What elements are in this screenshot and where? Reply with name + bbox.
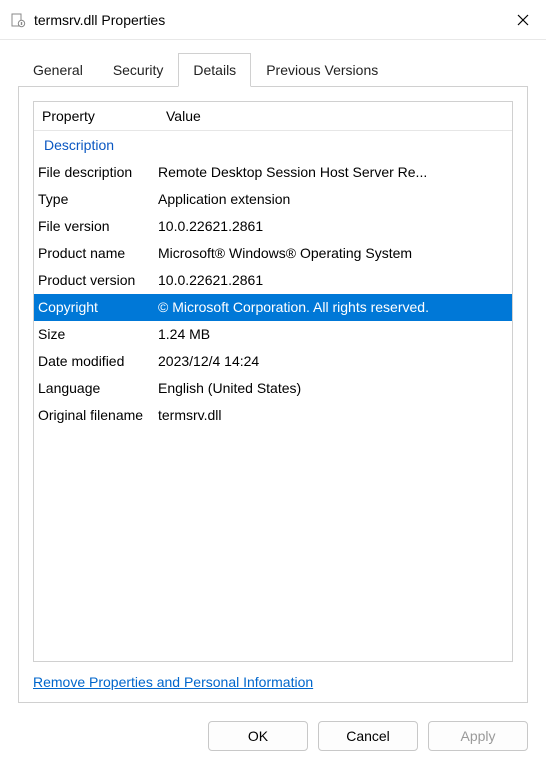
property-label: Copyright xyxy=(38,298,158,317)
property-label: Product name xyxy=(38,244,158,263)
property-row[interactable]: File version10.0.22621.2861 xyxy=(34,213,512,240)
property-value: 10.0.22621.2861 xyxy=(158,271,512,290)
property-row[interactable]: Original filenametermsrv.dll xyxy=(34,402,512,429)
ok-button[interactable]: OK xyxy=(208,721,308,751)
close-button[interactable] xyxy=(500,0,546,40)
file-properties-icon xyxy=(10,12,26,28)
properties-grid[interactable]: Property Value Description File descript… xyxy=(33,101,513,662)
property-value: Microsoft® Windows® Operating System xyxy=(158,244,512,263)
property-row[interactable]: TypeApplication extension xyxy=(34,186,512,213)
property-row[interactable]: Date modified2023/12/4 14:24 xyxy=(34,348,512,375)
dialog-buttons: OK Cancel Apply xyxy=(0,703,546,751)
property-label: Type xyxy=(38,190,158,209)
property-value: Remote Desktop Session Host Server Re... xyxy=(158,163,512,182)
property-value: 2023/12/4 14:24 xyxy=(158,352,512,371)
property-value: © Microsoft Corporation. All rights rese… xyxy=(158,298,512,317)
apply-button[interactable]: Apply xyxy=(428,721,528,751)
titlebar: termsrv.dll Properties xyxy=(0,0,546,40)
tab-previous-versions[interactable]: Previous Versions xyxy=(251,53,393,87)
property-label: Original filename xyxy=(38,406,158,425)
property-row[interactable]: LanguageEnglish (United States) xyxy=(34,375,512,402)
property-row[interactable]: Product version10.0.22621.2861 xyxy=(34,267,512,294)
property-value: 1.24 MB xyxy=(158,325,512,344)
tab-bar: General Security Details Previous Versio… xyxy=(18,52,528,87)
property-label: Language xyxy=(38,379,158,398)
property-value: termsrv.dll xyxy=(158,406,512,425)
property-label: Date modified xyxy=(38,352,158,371)
property-row[interactable]: Product nameMicrosoft® Windows® Operatin… xyxy=(34,240,512,267)
property-row[interactable]: Copyright© Microsoft Corporation. All ri… xyxy=(34,294,512,321)
details-panel: Property Value Description File descript… xyxy=(18,87,528,703)
property-label: Product version xyxy=(38,271,158,290)
column-header-property[interactable]: Property xyxy=(34,102,158,130)
grid-header: Property Value xyxy=(34,102,512,131)
tab-security[interactable]: Security xyxy=(98,53,179,87)
property-value: Application extension xyxy=(158,190,512,209)
column-header-value[interactable]: Value xyxy=(158,102,512,130)
property-label: File version xyxy=(38,217,158,236)
group-description[interactable]: Description xyxy=(34,131,512,159)
property-label: Size xyxy=(38,325,158,344)
window-title: termsrv.dll Properties xyxy=(34,12,500,28)
property-value: English (United States) xyxy=(158,379,512,398)
property-label: File description xyxy=(38,163,158,182)
tab-general[interactable]: General xyxy=(18,53,98,87)
property-row[interactable]: File descriptionRemote Desktop Session H… xyxy=(34,159,512,186)
cancel-button[interactable]: Cancel xyxy=(318,721,418,751)
remove-properties-link[interactable]: Remove Properties and Personal Informati… xyxy=(33,674,313,690)
tab-details[interactable]: Details xyxy=(178,53,251,87)
property-row[interactable]: Size1.24 MB xyxy=(34,321,512,348)
property-value: 10.0.22621.2861 xyxy=(158,217,512,236)
close-icon xyxy=(517,14,529,26)
